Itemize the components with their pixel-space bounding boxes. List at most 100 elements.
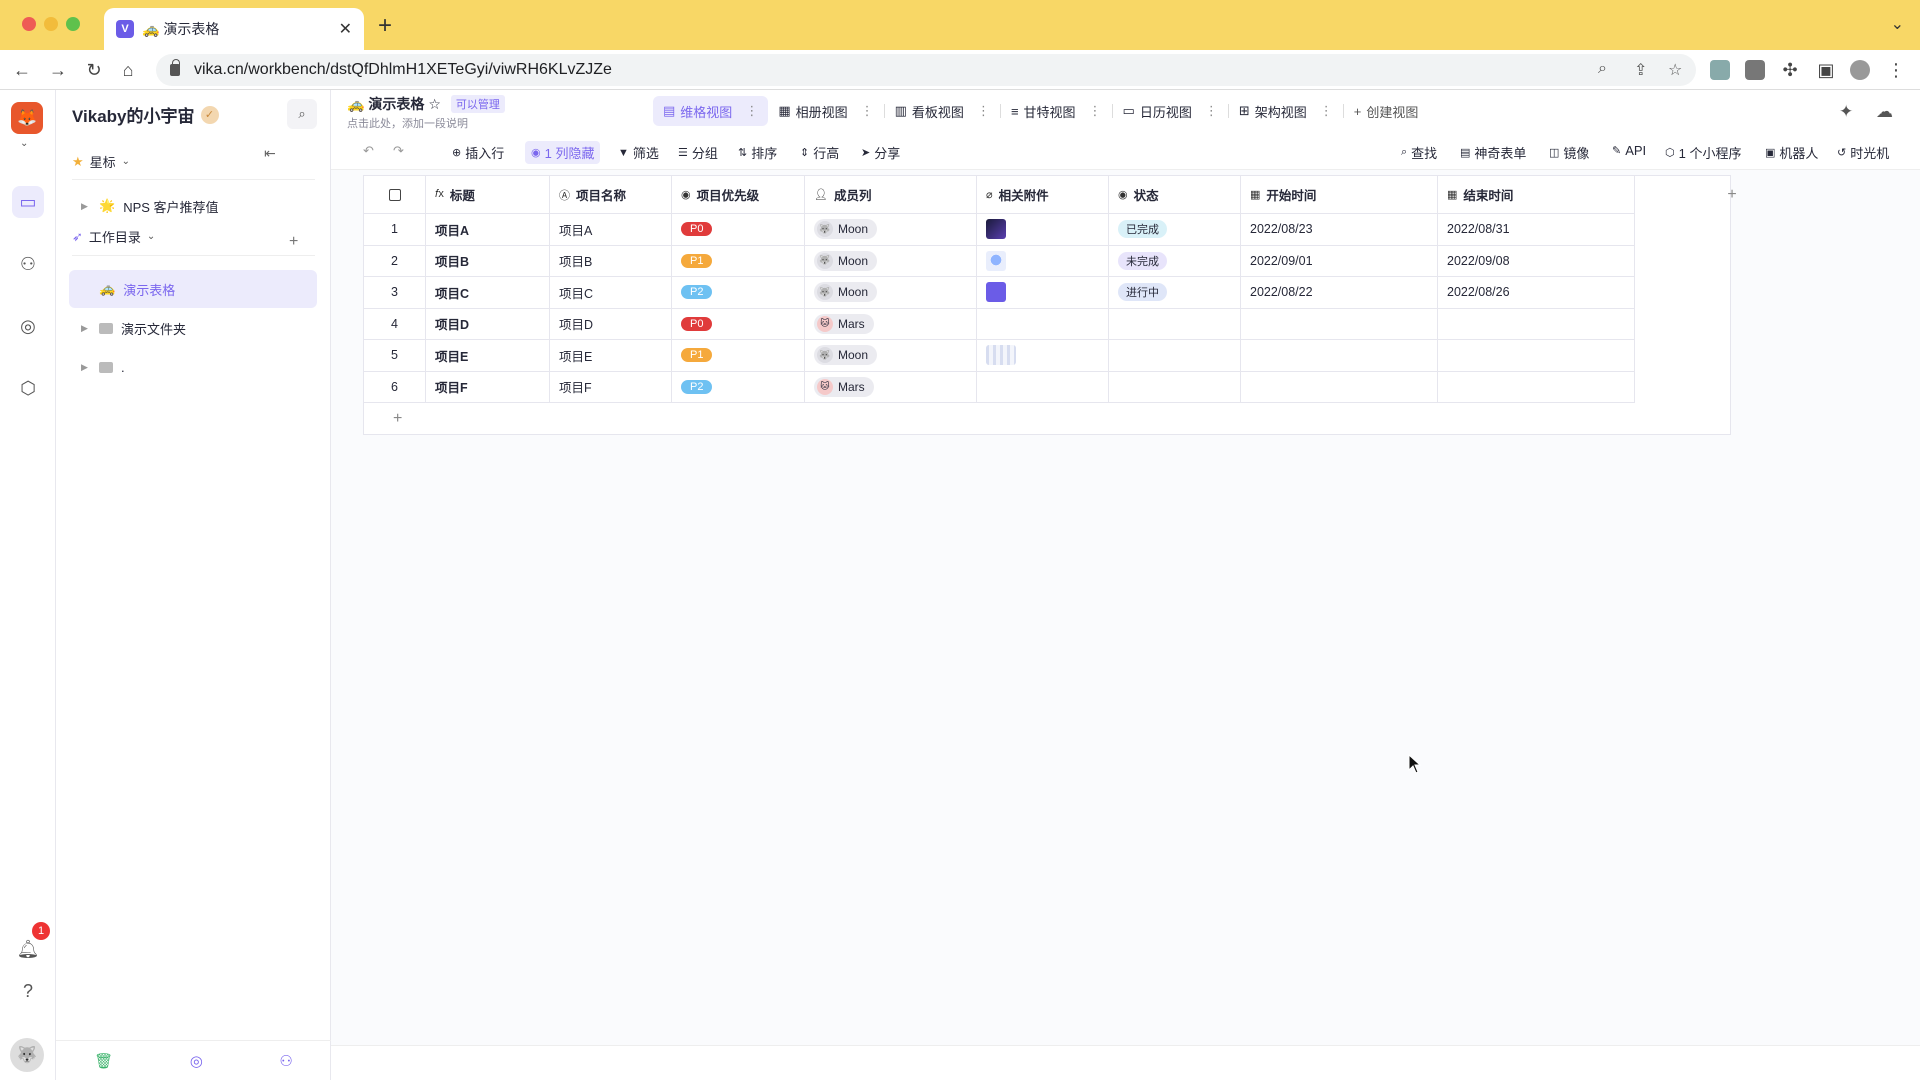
reload-icon[interactable]: ↻ xyxy=(80,56,108,84)
more-icon[interactable]: ⋮ xyxy=(1205,103,1218,119)
datasheet-title-text[interactable]: 🚕 演示表格 xyxy=(347,94,424,114)
column-header[interactable]: ◉ 状态 xyxy=(1109,176,1241,214)
column-header[interactable]: ▦ 开始时间 xyxy=(1241,176,1438,214)
extension-flag-icon[interactable] xyxy=(1745,60,1765,80)
tab-calendar-view[interactable]: ▭ 日历视图 ⋮ xyxy=(1113,96,1228,126)
magic-form-button[interactable]: ▤ 神奇表单 xyxy=(1454,141,1532,164)
cell-status[interactable]: 未完成 xyxy=(1109,245,1241,277)
api-button[interactable]: ✎ API xyxy=(1606,141,1652,160)
cell-member[interactable]: 🐺 Moon xyxy=(805,245,977,277)
column-header[interactable]: 𝑓x 标题 xyxy=(426,176,550,214)
cell-start-date[interactable]: 2022/08/22 xyxy=(1241,277,1438,309)
more-icon[interactable]: ⋮ xyxy=(977,103,990,119)
widgets-button[interactable]: ⬡ 1 个小程序 xyxy=(1659,141,1747,164)
window-close-button[interactable] xyxy=(22,17,36,31)
cell-start-date[interactable] xyxy=(1241,340,1438,372)
space-avatar[interactable]: 🦊 xyxy=(11,102,43,134)
cell-attachment[interactable] xyxy=(977,371,1109,403)
find-button[interactable]: ⌕ 查找 xyxy=(1395,141,1443,164)
starred-header[interactable]: ★ 星标 ⌄ xyxy=(72,152,130,171)
chevron-down-icon[interactable]: ⌄ xyxy=(1891,14,1904,34)
more-icon[interactable]: ⋮ xyxy=(861,103,874,119)
tab-gallery-view[interactable]: ▦ 相册视图 ⋮ xyxy=(768,96,883,126)
tab-gantt-view[interactable]: ≡ 甘特视图 ⋮ xyxy=(1001,96,1112,126)
column-header[interactable]: 👤︎ 成员列 xyxy=(805,176,977,214)
user-avatar[interactable]: 🐺 xyxy=(10,1038,44,1072)
planet-icon[interactable]: ◎ xyxy=(12,310,44,342)
redo-icon[interactable]: ↷ xyxy=(387,141,410,161)
row-index[interactable]: 2 xyxy=(364,245,426,277)
table-row[interactable]: 4 项目D 项目D P0 🐱 Mars xyxy=(364,308,1699,340)
row-index[interactable]: 6 xyxy=(364,371,426,403)
cell-start-date[interactable]: 2022/09/01 xyxy=(1241,245,1438,277)
extensions-icon[interactable]: ✣ xyxy=(1776,56,1804,84)
cell-attachment[interactable] xyxy=(977,277,1109,309)
sidepanel-icon[interactable]: ▣ xyxy=(1812,56,1840,84)
table-row[interactable]: 1 项目A 项目A P0 🐺 Moon 已完成 2022/08/23 2022/08/31 xyxy=(364,214,1699,246)
browser-tab[interactable]: V 🚕 演示表格 ✕ xyxy=(104,8,364,50)
column-header[interactable]: ⌀ 相关附件 xyxy=(977,176,1109,214)
add-node-button[interactable]: + xyxy=(289,233,298,251)
sidebar-item-demo-folder[interactable]: ▶ 演示文件夹 xyxy=(69,309,317,347)
datasheet-title[interactable]: 🚕 演示表格 ☆ 可以管理 xyxy=(347,94,505,114)
cell-start-date[interactable] xyxy=(1241,371,1438,403)
planet-icon[interactable]: ◎ xyxy=(190,1052,203,1070)
insert-row-button[interactable]: ⊕ 插入行 xyxy=(446,141,510,164)
cell-member[interactable]: 🐱 Mars xyxy=(805,308,977,340)
cell-attachment[interactable] xyxy=(977,245,1109,277)
more-icon[interactable]: ⋮ xyxy=(1089,103,1102,119)
row-index[interactable]: 5 xyxy=(364,340,426,372)
cell-project-name[interactable]: 项目C xyxy=(550,277,672,309)
cell-end-date[interactable]: 2022/08/26 xyxy=(1438,277,1635,309)
add-row-button[interactable]: + xyxy=(364,403,1730,434)
cell-title[interactable]: 项目F xyxy=(426,371,550,403)
trash-icon[interactable]: 🗑︎ xyxy=(94,1052,113,1070)
cell-priority[interactable]: P0 xyxy=(672,214,805,246)
table-row[interactable]: 2 项目B 项目B P1 🐺 Moon 未完成 2022/09/01 2022/09/08 xyxy=(364,245,1699,277)
hidden-columns-button[interactable]: ◉ 1 列隐藏 xyxy=(525,141,601,164)
cell-priority[interactable]: P2 xyxy=(672,277,805,309)
cell-project-name[interactable]: 项目B xyxy=(550,245,672,277)
space-name[interactable]: Vikaby的小宇宙 ✓ xyxy=(72,102,219,127)
search-icon[interactable]: ⌕ xyxy=(287,99,317,129)
attachment-thumbnail[interactable] xyxy=(986,219,1006,240)
catalog-header[interactable]: ➶ 工作目录 ⌄ xyxy=(72,227,155,246)
create-view-button[interactable]: + 创建视图 xyxy=(1344,96,1429,126)
window-minimize-button[interactable] xyxy=(44,17,58,31)
time-machine-button[interactable]: ↺ 时光机 xyxy=(1831,141,1895,164)
sidebar-item-demo-sheet[interactable]: 🚕 演示表格 xyxy=(69,270,317,308)
members-icon[interactable]: ⚇ xyxy=(12,248,44,280)
extension-image-icon[interactable] xyxy=(1710,60,1730,80)
cell-start-date[interactable] xyxy=(1241,308,1438,340)
table-row[interactable]: 3 项目C 项目C P2 🐺 Moon 进行中 2022/08/22 2022/08/26 xyxy=(364,277,1699,309)
cell-end-date[interactable] xyxy=(1438,308,1635,340)
select-all-checkbox[interactable] xyxy=(364,176,426,214)
profile-icon[interactable] xyxy=(1850,60,1870,80)
close-icon[interactable]: ✕ xyxy=(339,19,352,39)
settings-icon[interactable]: ⬡ xyxy=(12,372,44,404)
column-header[interactable]: ▦ 结束时间 xyxy=(1438,176,1635,214)
sidebar-item-nps[interactable]: ▶ 🌟 NPS 客户推荐值 xyxy=(69,187,317,225)
cell-end-date[interactable]: 2022/08/31 xyxy=(1438,214,1635,246)
cell-member[interactable]: 🐺 Moon xyxy=(805,277,977,309)
cell-title[interactable]: 项目B xyxy=(426,245,550,277)
cell-status[interactable]: 进行中 xyxy=(1109,277,1241,309)
filter-button[interactable]: ▼ 筛选 xyxy=(612,141,665,164)
column-header[interactable]: Ⓐ 项目名称 xyxy=(550,176,672,214)
datasheet-description[interactable]: 点击此处，添加一段说明 xyxy=(347,115,468,131)
more-icon[interactable]: ⋮ xyxy=(1320,103,1333,119)
cell-priority[interactable]: P0 xyxy=(672,308,805,340)
cell-title[interactable]: 项目A xyxy=(426,214,550,246)
cell-priority[interactable]: P2 xyxy=(672,371,805,403)
cell-member[interactable]: 🐺 Moon xyxy=(805,340,977,372)
cell-status[interactable] xyxy=(1109,308,1241,340)
zoom-icon[interactable]: ⌕ xyxy=(1598,60,1607,78)
cell-project-name[interactable]: 项目F xyxy=(550,371,672,403)
add-column-button[interactable]: + xyxy=(1699,176,1765,214)
cell-attachment[interactable] xyxy=(977,308,1109,340)
cell-end-date[interactable] xyxy=(1438,340,1635,372)
expand-triangle-icon[interactable]: ▶ xyxy=(81,323,91,334)
cell-end-date[interactable]: 2022/09/08 xyxy=(1438,245,1635,277)
star-icon[interactable]: ☆ xyxy=(1668,60,1682,80)
star-icon[interactable]: ☆ xyxy=(428,96,441,113)
